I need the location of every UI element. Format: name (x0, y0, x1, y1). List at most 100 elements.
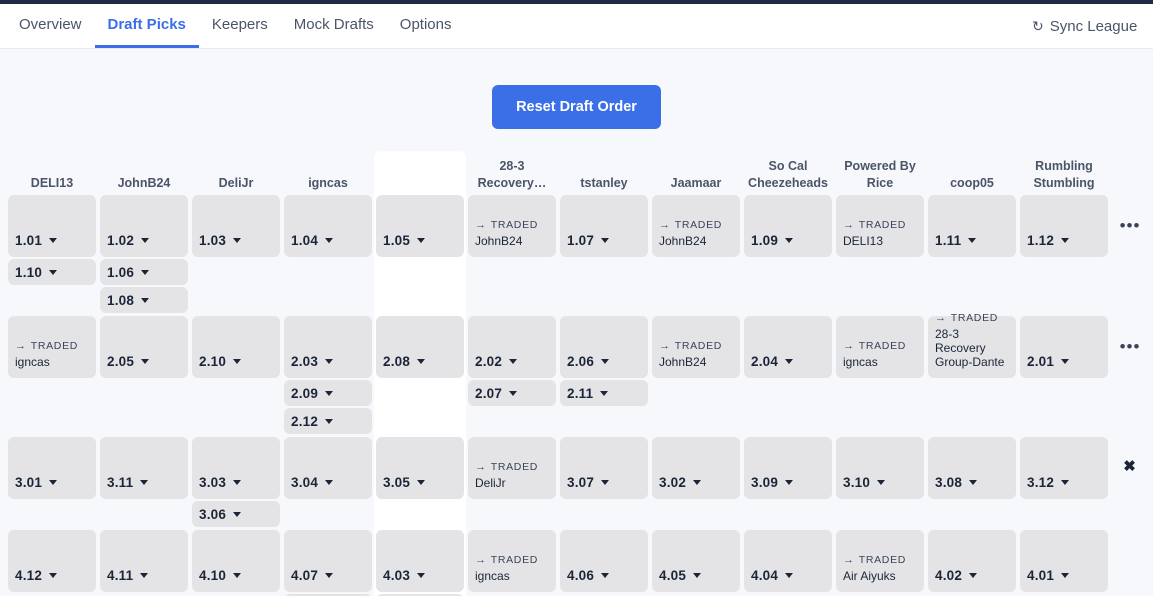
chevron-down-icon[interactable] (509, 359, 517, 364)
pick-cell[interactable]: 4.12 (8, 530, 96, 592)
pick-cell[interactable]: 1.03 (192, 195, 280, 257)
pick-cell[interactable]: 4.05 (652, 530, 740, 592)
round-options-icon[interactable]: ••• (1110, 316, 1150, 378)
pick-cell[interactable]: 4.06 (560, 530, 648, 592)
pick-cell[interactable]: 2.11 (560, 380, 648, 406)
pick-cell[interactable]: 4.02 (928, 530, 1016, 592)
chevron-down-icon[interactable] (969, 480, 977, 485)
close-icon[interactable]: ✖ (1110, 437, 1150, 499)
chevron-down-icon[interactable] (693, 480, 701, 485)
pick-cell[interactable]: 2.06 (560, 316, 648, 378)
chevron-down-icon[interactable] (141, 298, 149, 303)
pick-cell[interactable]: 3.05 (376, 437, 464, 499)
pick-cell[interactable]: 1.07 (560, 195, 648, 257)
chevron-down-icon[interactable] (785, 480, 793, 485)
chevron-down-icon[interactable] (417, 238, 425, 243)
traded-pick-cell[interactable]: →TRADEDJohnB24 (468, 195, 556, 257)
pick-cell[interactable]: 3.09 (744, 437, 832, 499)
pick-cell[interactable]: 2.09 (284, 380, 372, 406)
traded-pick-cell[interactable]: →TRADEDigncas (836, 316, 924, 378)
pick-cell[interactable]: 1.02 (100, 195, 188, 257)
pick-cell[interactable]: 4.04 (744, 530, 832, 592)
chevron-down-icon[interactable] (141, 238, 149, 243)
reset-draft-order-button[interactable]: Reset Draft Order (492, 85, 661, 129)
pick-cell[interactable]: 3.08 (928, 437, 1016, 499)
chevron-down-icon[interactable] (601, 359, 609, 364)
pick-cell[interactable]: 4.07 (284, 530, 372, 592)
pick-cell[interactable]: 2.08 (376, 316, 464, 378)
pick-cell[interactable]: 2.12 (284, 408, 372, 434)
chevron-down-icon[interactable] (693, 573, 701, 578)
pick-cell[interactable]: 1.12 (1020, 195, 1108, 257)
chevron-down-icon[interactable] (785, 238, 793, 243)
nav-tab-options[interactable]: Options (387, 0, 465, 48)
chevron-down-icon[interactable] (233, 359, 241, 364)
chevron-down-icon[interactable] (49, 270, 57, 275)
pick-cell[interactable]: 1.08 (100, 287, 188, 313)
chevron-down-icon[interactable] (325, 391, 333, 396)
chevron-down-icon[interactable] (1061, 359, 1069, 364)
chevron-down-icon[interactable] (601, 573, 609, 578)
chevron-down-icon[interactable] (49, 573, 57, 578)
pick-cell[interactable]: 3.06 (192, 501, 280, 527)
chevron-down-icon[interactable] (233, 238, 241, 243)
chevron-down-icon[interactable] (141, 359, 149, 364)
chevron-down-icon[interactable] (325, 238, 333, 243)
traded-pick-cell[interactable]: →TRADEDDELI13 (836, 195, 924, 257)
pick-cell[interactable]: 3.04 (284, 437, 372, 499)
pick-cell[interactable]: 3.11 (100, 437, 188, 499)
traded-pick-cell[interactable]: →TRADEDAir Aiyuks (836, 530, 924, 592)
pick-cell[interactable]: 4.11 (100, 530, 188, 592)
chevron-down-icon[interactable] (140, 480, 148, 485)
pick-cell[interactable]: 3.10 (836, 437, 924, 499)
chevron-down-icon[interactable] (785, 573, 793, 578)
chevron-down-icon[interactable] (969, 573, 977, 578)
traded-pick-cell[interactable]: →TRADED28-3 Recovery Group-Dante (928, 316, 1016, 378)
chevron-down-icon[interactable] (325, 419, 333, 424)
traded-pick-cell[interactable]: →TRADEDigncas (8, 316, 96, 378)
pick-cell[interactable]: 3.03 (192, 437, 280, 499)
chevron-down-icon[interactable] (968, 238, 976, 243)
chevron-down-icon[interactable] (233, 573, 241, 578)
pick-cell[interactable]: 2.01 (1020, 316, 1108, 378)
pick-cell[interactable]: 4.01 (1020, 530, 1108, 592)
chevron-down-icon[interactable] (417, 359, 425, 364)
pick-cell[interactable]: 3.01 (8, 437, 96, 499)
nav-tab-overview[interactable]: Overview (6, 0, 95, 48)
pick-cell[interactable]: 2.04 (744, 316, 832, 378)
chevron-down-icon[interactable] (785, 359, 793, 364)
pick-cell[interactable]: 2.10 (192, 316, 280, 378)
pick-cell[interactable]: 2.05 (100, 316, 188, 378)
traded-pick-cell[interactable]: →TRADEDJohnB24 (652, 316, 740, 378)
sync-league-button[interactable]: ↻ Sync League (1032, 0, 1153, 48)
chevron-down-icon[interactable] (417, 480, 425, 485)
chevron-down-icon[interactable] (600, 391, 608, 396)
chevron-down-icon[interactable] (325, 573, 333, 578)
pick-cell[interactable]: 2.02 (468, 316, 556, 378)
traded-pick-cell[interactable]: →TRADEDigncas (468, 530, 556, 592)
pick-cell[interactable]: 1.10 (8, 259, 96, 285)
chevron-down-icon[interactable] (325, 359, 333, 364)
chevron-down-icon[interactable] (49, 238, 57, 243)
chevron-down-icon[interactable] (140, 573, 148, 578)
chevron-down-icon[interactable] (1061, 573, 1069, 578)
pick-cell[interactable]: 1.09 (744, 195, 832, 257)
nav-tab-mock-drafts[interactable]: Mock Drafts (281, 0, 387, 48)
chevron-down-icon[interactable] (49, 480, 57, 485)
traded-pick-cell[interactable]: →TRADEDJohnB24 (652, 195, 740, 257)
chevron-down-icon[interactable] (877, 480, 885, 485)
pick-cell[interactable]: 3.12 (1020, 437, 1108, 499)
chevron-down-icon[interactable] (509, 391, 517, 396)
pick-cell[interactable]: 4.03 (376, 530, 464, 592)
chevron-down-icon[interactable] (141, 270, 149, 275)
chevron-down-icon[interactable] (601, 238, 609, 243)
pick-cell[interactable]: 2.07 (468, 380, 556, 406)
pick-cell[interactable]: 1.01 (8, 195, 96, 257)
pick-cell[interactable]: 2.03 (284, 316, 372, 378)
pick-cell[interactable]: 1.04 (284, 195, 372, 257)
nav-tab-draft-picks[interactable]: Draft Picks (95, 0, 199, 48)
chevron-down-icon[interactable] (233, 480, 241, 485)
pick-cell[interactable]: 1.11 (928, 195, 1016, 257)
nav-tab-keepers[interactable]: Keepers (199, 0, 281, 48)
chevron-down-icon[interactable] (1061, 238, 1069, 243)
